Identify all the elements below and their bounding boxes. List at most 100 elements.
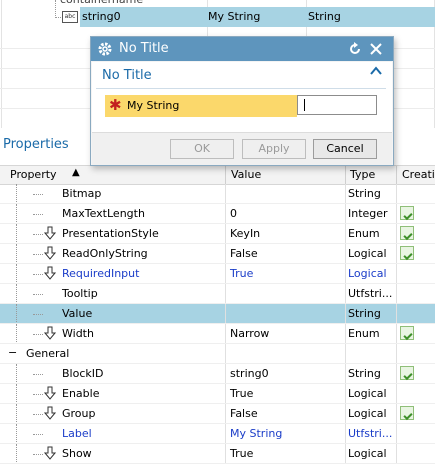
property-row[interactable]: BlockID string0 String	[0, 364, 435, 384]
column-separator	[396, 204, 397, 224]
column-separator	[345, 384, 346, 404]
column-header-property[interactable]: Property	[10, 168, 57, 181]
property-value[interactable]: My String	[230, 427, 282, 440]
tree-node-value: My String	[208, 10, 261, 23]
column-separator	[396, 364, 397, 384]
column-separator	[225, 324, 226, 344]
close-icon[interactable]	[369, 42, 383, 56]
tree-connector	[16, 224, 17, 244]
property-value[interactable]: True	[230, 267, 253, 280]
property-value[interactable]: True	[230, 387, 253, 400]
down-arrow-icon	[44, 226, 56, 240]
column-separator	[345, 404, 346, 424]
property-name: Value	[62, 307, 93, 320]
property-row[interactable]: Tooltip Utfstri...	[0, 284, 435, 304]
ok-button[interactable]: OK	[170, 139, 234, 159]
column-separator	[345, 184, 346, 204]
property-value[interactable]: 0	[230, 207, 237, 220]
property-value[interactable]: Narrow	[230, 327, 269, 340]
property-type: Logical	[348, 447, 387, 460]
tree-node-container-label: containername	[60, 0, 143, 6]
property-name: Enable	[62, 387, 100, 400]
property-type: String	[348, 367, 381, 380]
tree-connector	[16, 204, 17, 224]
column-separator	[396, 444, 397, 464]
column-separator	[225, 424, 226, 444]
property-row[interactable]: MaxTextLength 0 Integer	[0, 204, 435, 224]
column-separator	[345, 304, 346, 324]
editable-check-icon[interactable]	[400, 406, 414, 420]
property-value[interactable]: KeyIn	[230, 227, 260, 240]
property-row[interactable]: Show True Logical	[0, 444, 435, 464]
column-header-creation[interactable]: Creatio	[402, 168, 435, 181]
required-asterisk-icon: ✱	[109, 96, 122, 114]
property-name: MaxTextLength	[62, 207, 145, 220]
tree-connector	[16, 364, 17, 384]
property-row[interactable]: RequiredInput True Logical	[0, 264, 435, 284]
tree-connector	[16, 244, 17, 264]
property-type: Utfstri...	[348, 287, 393, 300]
dialog-title-bar[interactable]: No Title	[91, 37, 393, 61]
string-block-icon: abc	[62, 11, 78, 23]
property-name: RequiredInput	[62, 267, 140, 280]
column-separator	[345, 444, 346, 464]
property-type: Integer	[348, 207, 388, 220]
property-name: Tooltip	[62, 287, 98, 300]
property-name: General	[26, 347, 70, 360]
property-value[interactable]: True	[230, 447, 253, 460]
column-header-value[interactable]: Value	[231, 168, 261, 181]
column-separator	[396, 384, 397, 404]
editable-check-icon[interactable]	[400, 326, 414, 340]
collapse-icon[interactable]: −	[8, 347, 17, 358]
property-value[interactable]: False	[230, 247, 258, 260]
group-title: No Title	[102, 68, 152, 83]
property-row[interactable]: Value String	[0, 304, 435, 324]
dialog-title: No Title	[119, 41, 169, 56]
editable-check-icon[interactable]	[400, 246, 414, 260]
column-separator	[396, 166, 397, 184]
property-type: String	[348, 187, 381, 200]
column-separator	[345, 166, 346, 184]
property-row[interactable]: Width Narrow Enum	[0, 324, 435, 344]
tree-connector	[16, 304, 17, 324]
apply-button[interactable]: Apply	[242, 139, 306, 159]
property-row[interactable]: PresentationStyle KeyIn Enum	[0, 224, 435, 244]
property-row[interactable]: Group False Logical	[0, 404, 435, 424]
property-row[interactable]: ReadOnlyString False Logical	[0, 244, 435, 264]
tree-connector	[16, 444, 17, 464]
cancel-button[interactable]: Cancel	[313, 139, 377, 159]
column-separator	[345, 224, 346, 244]
required-field-row: ✱ My String	[105, 95, 297, 117]
column-separator	[396, 264, 397, 284]
property-row[interactable]: Bitmap String	[0, 184, 435, 204]
property-row[interactable]: Label My String Utfstri...	[0, 424, 435, 444]
property-row[interactable]: Enable True Logical	[0, 384, 435, 404]
properties-grid-header: Property ▲ Value Type Creatio	[0, 165, 435, 185]
group-row-general[interactable]: − General	[0, 344, 435, 364]
properties-title: Properties	[3, 137, 69, 152]
column-header-type[interactable]: Type	[350, 168, 375, 181]
tree-row-string0[interactable]: string0 My String String	[80, 7, 435, 27]
sort-ascending-icon: ▲	[72, 167, 80, 178]
dialog-body: No Title ✱ My String OK Apply Cancel	[92, 62, 392, 165]
editable-check-icon[interactable]	[400, 226, 414, 240]
property-type: Logical	[348, 247, 387, 260]
column-separator	[345, 364, 346, 384]
editable-check-icon[interactable]	[400, 206, 414, 220]
collapse-chevron-icon[interactable]	[370, 65, 382, 81]
reset-icon[interactable]	[348, 42, 362, 56]
editable-check-icon[interactable]	[400, 366, 414, 380]
property-value[interactable]: string0	[230, 367, 269, 380]
column-separator	[396, 324, 397, 344]
column-separator	[396, 184, 397, 204]
property-type: Logical	[348, 407, 387, 420]
gear-icon	[98, 42, 112, 56]
column-separator	[396, 344, 397, 364]
property-value[interactable]: False	[230, 407, 258, 420]
string-input[interactable]	[297, 95, 377, 115]
field-label: My String	[127, 99, 180, 112]
column-separator	[225, 166, 226, 184]
column-separator	[396, 304, 397, 324]
column-separator	[396, 284, 397, 304]
column-separator	[225, 304, 226, 324]
